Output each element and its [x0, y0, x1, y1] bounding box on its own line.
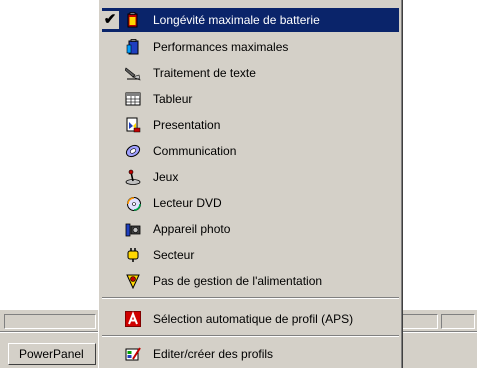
menu-item-label: Editer/créer des profils: [153, 347, 274, 361]
menu-separator: [102, 297, 399, 299]
spreadsheet-icon: [125, 91, 141, 107]
menu-item-edit-create-profiles[interactable]: Editer/créer des profils: [102, 342, 399, 366]
menu-item-automatic-profile-selection[interactable]: Sélection automatique de profil (APS): [102, 307, 399, 331]
menu-item-word-processing[interactable]: Traitement de texte: [102, 61, 399, 85]
menu-item-label: Appareil photo: [153, 222, 231, 236]
powerpanel-taskbar-button[interactable]: PowerPanel: [8, 343, 96, 365]
menu-item-label: Lecteur DVD: [153, 196, 222, 210]
menu-item-presentation[interactable]: Presentation: [102, 113, 399, 137]
performance-icon: [125, 39, 141, 55]
checkmark-icon: ✔: [101, 11, 119, 29]
menu-item-label: Secteur: [153, 248, 195, 262]
menu-item-communication[interactable]: Communication: [102, 139, 399, 163]
menu-item-spreadsheet[interactable]: Tableur: [102, 87, 399, 111]
menu-item-label: Sélection automatique de profil (APS): [153, 312, 354, 326]
status-bar-cell: [441, 314, 475, 329]
menu-item-ac-power[interactable]: Secteur: [102, 243, 399, 267]
status-bar-cell: [4, 314, 96, 329]
menu-item-games[interactable]: Jeux: [102, 165, 399, 189]
aps-icon: [125, 311, 141, 327]
menu-item-no-power-management[interactable]: Pas de gestion de l'alimentation: [102, 269, 399, 293]
camera-icon: [125, 221, 141, 237]
edit-profiles-icon: [125, 346, 141, 362]
menu-item-label: Presentation: [153, 118, 221, 132]
menu-item-label: Traitement de texte: [153, 66, 256, 80]
menu-item-label: Pas de gestion de l'alimentation: [153, 274, 323, 288]
dvd-icon: [125, 195, 141, 211]
menu-item-label: Tableur: [153, 92, 193, 106]
word-processing-icon: [124, 65, 141, 81]
menu-item-max-performance[interactable]: Performances maximales: [102, 35, 399, 59]
no-power-management-icon: [125, 273, 141, 290]
joystick-icon: [125, 169, 141, 185]
power-profile-menu: ✔ Longévité maximale de batterie Perform…: [98, 0, 403, 368]
presentation-icon: [125, 117, 141, 133]
menu-item-label: Longévité maximale de batterie: [153, 13, 320, 27]
menu-item-max-battery-life[interactable]: ✔ Longévité maximale de batterie: [101, 8, 399, 32]
battery-icon: [125, 12, 141, 28]
menu-item-camera[interactable]: Appareil photo: [102, 217, 399, 241]
ac-power-icon: [125, 247, 141, 263]
menu-item-label: Communication: [153, 144, 237, 158]
menu-separator: [102, 335, 399, 337]
menu-item-label: Jeux: [153, 170, 179, 184]
menu-item-dvd-player[interactable]: Lecteur DVD: [102, 191, 399, 215]
menu-item-label: Performances maximales: [153, 40, 289, 54]
communication-icon: [125, 143, 141, 159]
status-bar-cell: [402, 314, 438, 329]
